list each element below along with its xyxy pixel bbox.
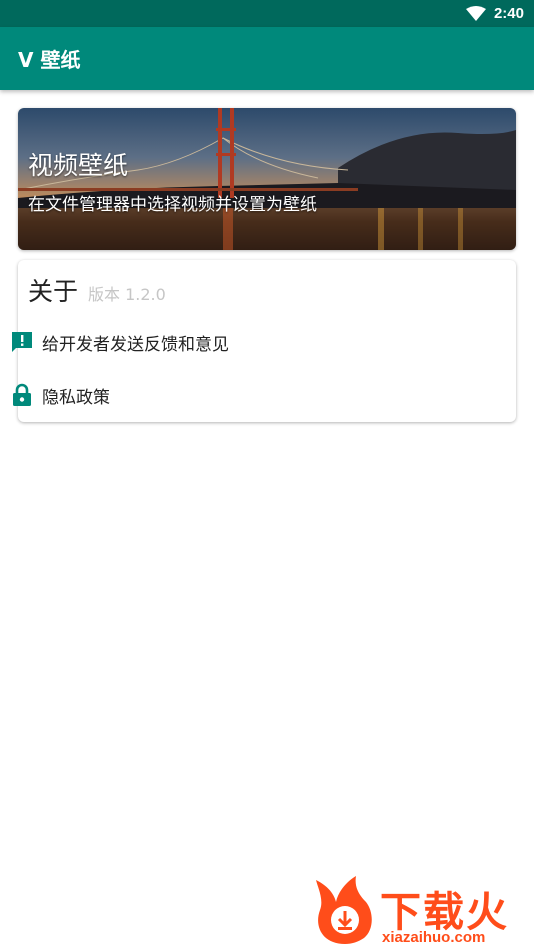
about-header: 关于 版本 1.2.0 bbox=[28, 272, 166, 308]
watermark: 下载火 xiazaihuo.com bbox=[312, 874, 534, 949]
status-time: 2:40 bbox=[493, 5, 524, 22]
feedback-icon bbox=[10, 330, 34, 354]
privacy-policy-item[interactable]: 隐私政策 bbox=[10, 375, 488, 415]
app-bar: V 壁纸 bbox=[0, 27, 534, 90]
privacy-policy-label: 隐私政策 bbox=[42, 387, 110, 408]
status-bar: 2:40 bbox=[0, 0, 534, 27]
about-label: 关于 bbox=[28, 277, 79, 306]
wifi-icon bbox=[465, 5, 486, 22]
video-wallpaper-banner[interactable]: 视频壁纸 在文件管理器中选择视频并设置为壁纸 bbox=[18, 108, 516, 250]
feedback-label: 给开发者发送反馈和意见 bbox=[42, 334, 229, 355]
feedback-item[interactable]: 给开发者发送反馈和意见 bbox=[10, 322, 488, 362]
banner-subtitle: 在文件管理器中选择视频并设置为壁纸 bbox=[28, 195, 317, 215]
watermark-domain: xiazaihuo.com bbox=[382, 929, 486, 946]
flame-logo-icon bbox=[316, 876, 372, 944]
app-title: V 壁纸 bbox=[18, 48, 81, 72]
version-text: 版本 1.2.0 bbox=[88, 285, 166, 304]
lock-icon bbox=[10, 383, 34, 407]
banner-title: 视频壁纸 bbox=[28, 151, 129, 180]
